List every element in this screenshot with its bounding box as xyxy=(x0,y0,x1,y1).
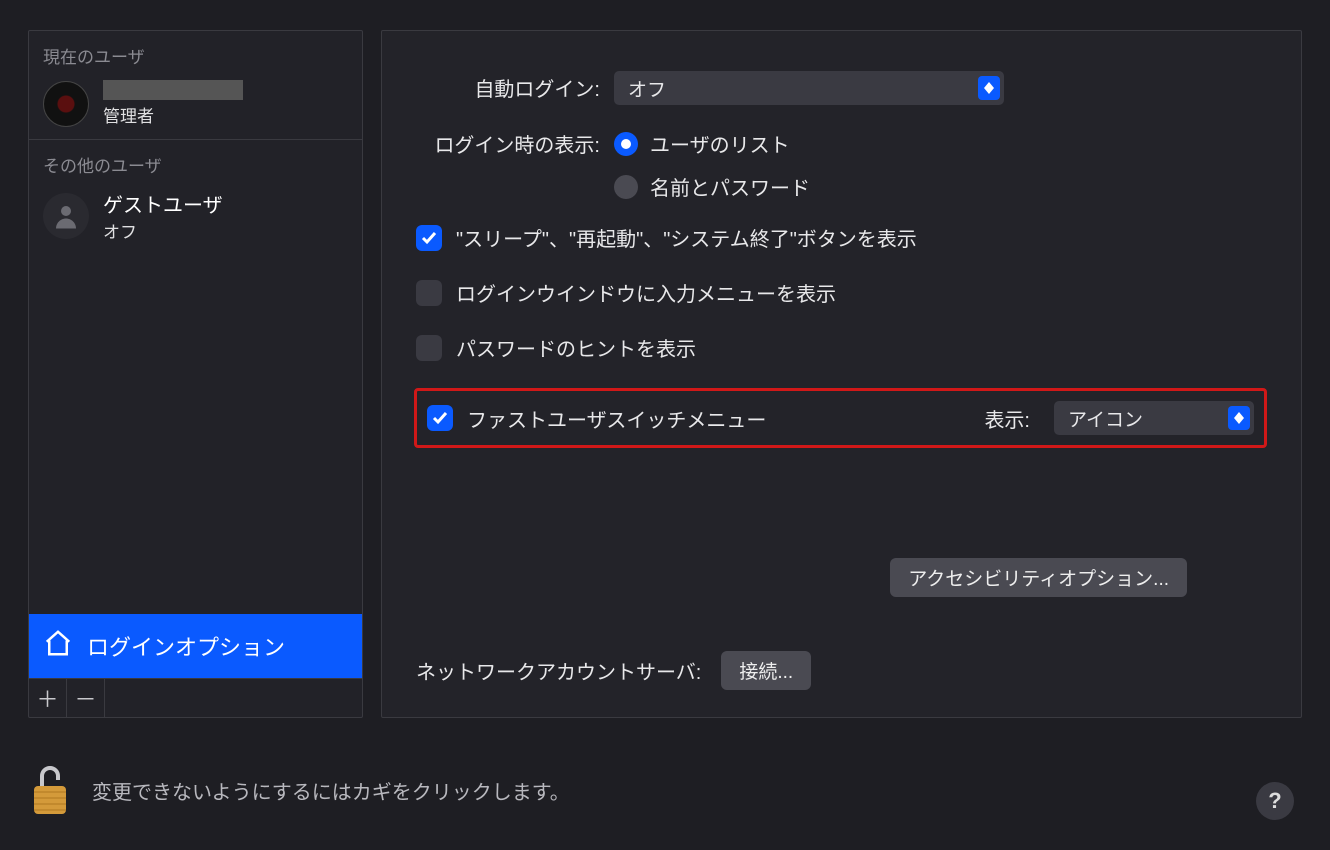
lock-row: 変更できないようにするにはカギをクリックします。 xyxy=(0,718,1330,818)
fast-user-switch-label: ファストユーザスイッチメニュー xyxy=(467,404,970,433)
fast-user-switch-value: アイコン xyxy=(1068,405,1143,432)
fast-user-switch-select[interactable]: アイコン xyxy=(1054,401,1254,435)
login-options-row[interactable]: ログインオプション xyxy=(29,614,362,678)
show-buttons-label: "スリープ"、"再起動"、"システム終了"ボタンを表示 xyxy=(456,223,917,252)
radio-user-list-label: ユーザのリスト xyxy=(650,129,790,158)
login-display-label: ログイン時の表示: xyxy=(416,127,614,158)
login-options-label: ログインオプション xyxy=(87,630,285,662)
fast-user-switch-show-label: 表示: xyxy=(984,404,1030,433)
users-sidebar: 現在のユーザ 管理者 その他のユーザ ゲストユーザ オフ ログインオプション xyxy=(28,30,363,718)
show-password-hints-row[interactable]: パスワードのヒントを表示 xyxy=(416,333,1267,362)
checkbox-show-buttons[interactable] xyxy=(416,225,442,251)
other-users-header: その他のユーザ xyxy=(29,140,362,183)
lock-message: 変更できないようにするにはカギをクリックします。 xyxy=(92,776,570,805)
accessibility-options-button[interactable]: アクセシビリティオプション... xyxy=(890,558,1187,597)
show-sleep-restart-shutdown-row[interactable]: "スリープ"、"再起動"、"システム終了"ボタンを表示 xyxy=(416,223,1267,252)
radio-name-password[interactable]: 名前とパスワード xyxy=(614,172,1267,201)
network-connect-button[interactable]: 接続... xyxy=(721,651,811,690)
login-options-panel: 自動ログイン: オフ ログイン時の表示: ユーザのリスト xyxy=(381,30,1302,718)
current-user-name-redacted xyxy=(103,80,243,100)
network-server-label: ネットワークアカウントサーバ: xyxy=(416,656,701,685)
checkbox-show-input-menu[interactable] xyxy=(416,280,442,306)
auto-login-label: 自動ログイン: xyxy=(416,71,614,102)
remove-user-button[interactable]: － xyxy=(67,679,105,717)
current-user-role: 管理者 xyxy=(103,102,243,127)
guest-user-row[interactable]: ゲストユーザ オフ xyxy=(29,183,362,255)
auto-login-value: オフ xyxy=(628,75,666,102)
add-user-button[interactable]: ＋ xyxy=(29,679,67,717)
sidebar-footer-buttons: ＋ － xyxy=(29,678,362,717)
help-button[interactable]: ? xyxy=(1256,782,1294,820)
radio-user-list[interactable]: ユーザのリスト xyxy=(614,129,1267,158)
checkbox-fast-user-switch[interactable] xyxy=(427,405,453,431)
avatar-guest-icon xyxy=(43,193,89,239)
select-arrows-icon xyxy=(978,76,1000,100)
radio-name-password-label: 名前とパスワード xyxy=(650,172,810,201)
select-arrows-icon xyxy=(1228,406,1250,430)
show-input-menu-row[interactable]: ログインウインドウに入力メニューを表示 xyxy=(416,278,1267,307)
home-icon xyxy=(43,628,73,664)
show-input-menu-label: ログインウインドウに入力メニューを表示 xyxy=(456,278,836,307)
show-password-hints-label: パスワードのヒントを表示 xyxy=(456,333,696,362)
auto-login-select[interactable]: オフ xyxy=(614,71,1004,105)
avatar-current-user xyxy=(43,81,89,127)
lock-icon[interactable] xyxy=(28,762,72,818)
fast-user-switch-row: ファストユーザスイッチメニュー 表示: アイコン xyxy=(414,388,1267,448)
checkbox-show-password-hints[interactable] xyxy=(416,335,442,361)
radio-icon xyxy=(614,132,638,156)
current-user-header: 現在のユーザ xyxy=(29,31,362,74)
radio-icon xyxy=(614,175,638,199)
help-label: ? xyxy=(1268,788,1281,814)
current-user-row[interactable]: 管理者 xyxy=(29,74,362,139)
guest-user-name: ゲストユーザ xyxy=(103,189,223,218)
guest-user-status: オフ xyxy=(103,218,223,243)
